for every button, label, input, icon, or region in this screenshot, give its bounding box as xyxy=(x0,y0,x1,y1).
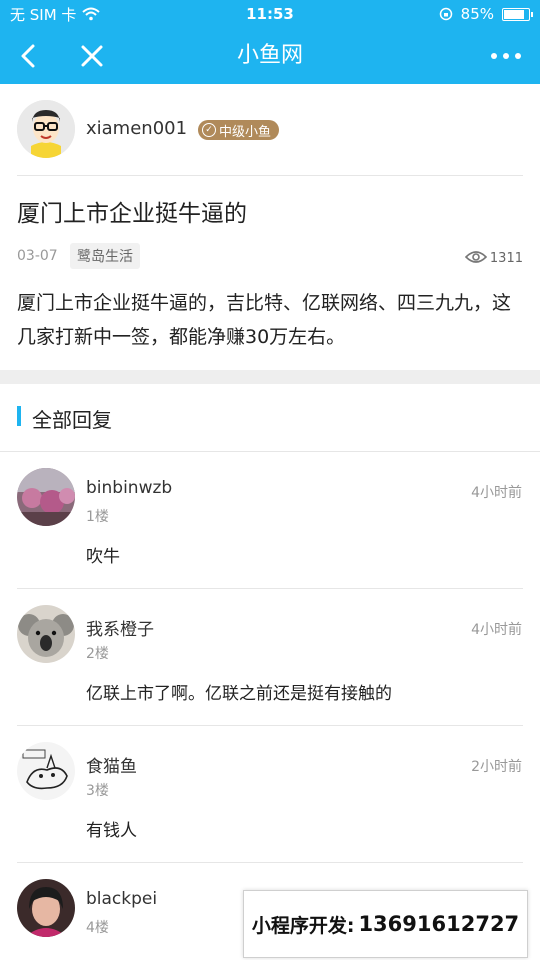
author-name[interactable]: xiamen001 xyxy=(86,118,187,139)
section-separator xyxy=(0,370,540,384)
reply-username[interactable]: 食猫鱼 xyxy=(86,752,137,777)
chevron-left-icon[interactable] xyxy=(10,36,50,76)
close-icon[interactable] xyxy=(72,36,112,76)
replies-title: 全部回复 xyxy=(32,408,112,432)
promo-banner: 小程序开发: 13691612727 xyxy=(243,890,528,958)
replies-header: 全部回复 xyxy=(0,384,540,452)
reply-item[interactable]: binbinwzb 1楼 4小时前 吹牛 xyxy=(0,452,540,589)
reply-text: 有钱人 xyxy=(86,821,137,841)
post-date: 03-07 xyxy=(17,248,58,264)
reply-text: 吹牛 xyxy=(86,547,120,567)
reply-avatar[interactable] xyxy=(17,468,75,526)
reply-floor: 3楼 xyxy=(86,783,109,799)
reply-item[interactable]: 食猫鱼 3楼 2小时前 有钱人 xyxy=(0,726,540,863)
reply-avatar[interactable] xyxy=(17,605,75,663)
post-body: 厦门上市企业挺牛逼的，吉比特、亿联网络、四三九九，这几家打新中一签，都能净赚30… xyxy=(17,292,512,348)
orientation-lock-icon xyxy=(439,7,452,21)
page-title: 小鱼网 xyxy=(236,43,303,68)
reply-time: 4小时前 xyxy=(471,485,522,501)
reply-time: 4小时前 xyxy=(471,622,522,638)
level-label: 中级小鱼 xyxy=(219,124,272,140)
view-count: 1311 xyxy=(489,251,523,266)
divider xyxy=(17,175,523,176)
author-avatar[interactable] xyxy=(17,100,75,158)
clock: 11:53 xyxy=(246,5,294,23)
battery-level xyxy=(504,9,525,19)
status-left: 无 SIM 卡 xyxy=(10,4,190,25)
battery-icon xyxy=(502,7,533,21)
author-row[interactable]: xiamen001 ✓ 中级小鱼 xyxy=(0,84,540,176)
reply-username[interactable]: binbinwzb xyxy=(86,478,172,498)
more-dots-icon[interactable] xyxy=(486,38,526,74)
reply-avatar[interactable] xyxy=(17,742,75,800)
section-accent-bar xyxy=(17,406,21,426)
carrier-text: 无 SIM 卡 xyxy=(10,5,77,24)
fish-badge-icon: ✓ xyxy=(202,123,216,137)
wifi-icon xyxy=(82,7,101,21)
reply-time: 2小时前 xyxy=(471,759,522,775)
category-tag[interactable]: 鹭岛生活 xyxy=(70,243,140,269)
reply-floor: 2楼 xyxy=(86,646,109,662)
post-meta: 03-07 鹭岛生活 1311 xyxy=(17,242,523,272)
post-title: 厦门上市企业挺牛逼的 xyxy=(17,201,247,227)
reply-floor: 4楼 xyxy=(86,920,109,936)
reply-item[interactable]: 我系橙子 2楼 4小时前 亿联上市了啊。亿联之前还是挺有接触的 xyxy=(0,589,540,726)
status-right: 85% xyxy=(350,5,533,23)
nav-bar: 小鱼网 xyxy=(0,28,540,84)
level-badge: ✓ 中级小鱼 xyxy=(198,120,280,140)
reply-username[interactable]: blackpei xyxy=(86,889,157,909)
eye-icon xyxy=(465,251,487,263)
status-bar: 无 SIM 卡 11:53 85% xyxy=(0,0,540,28)
reply-avatar[interactable] xyxy=(17,879,75,937)
reply-floor: 1楼 xyxy=(86,509,109,525)
battery-percent: 85% xyxy=(460,5,494,23)
reply-username[interactable]: 我系橙子 xyxy=(86,615,154,640)
promo-phone: 13691612727 xyxy=(358,912,520,936)
promo-label: 小程序开发: xyxy=(251,914,355,937)
reply-text: 亿联上市了啊。亿联之前还是挺有接触的 xyxy=(86,684,392,704)
